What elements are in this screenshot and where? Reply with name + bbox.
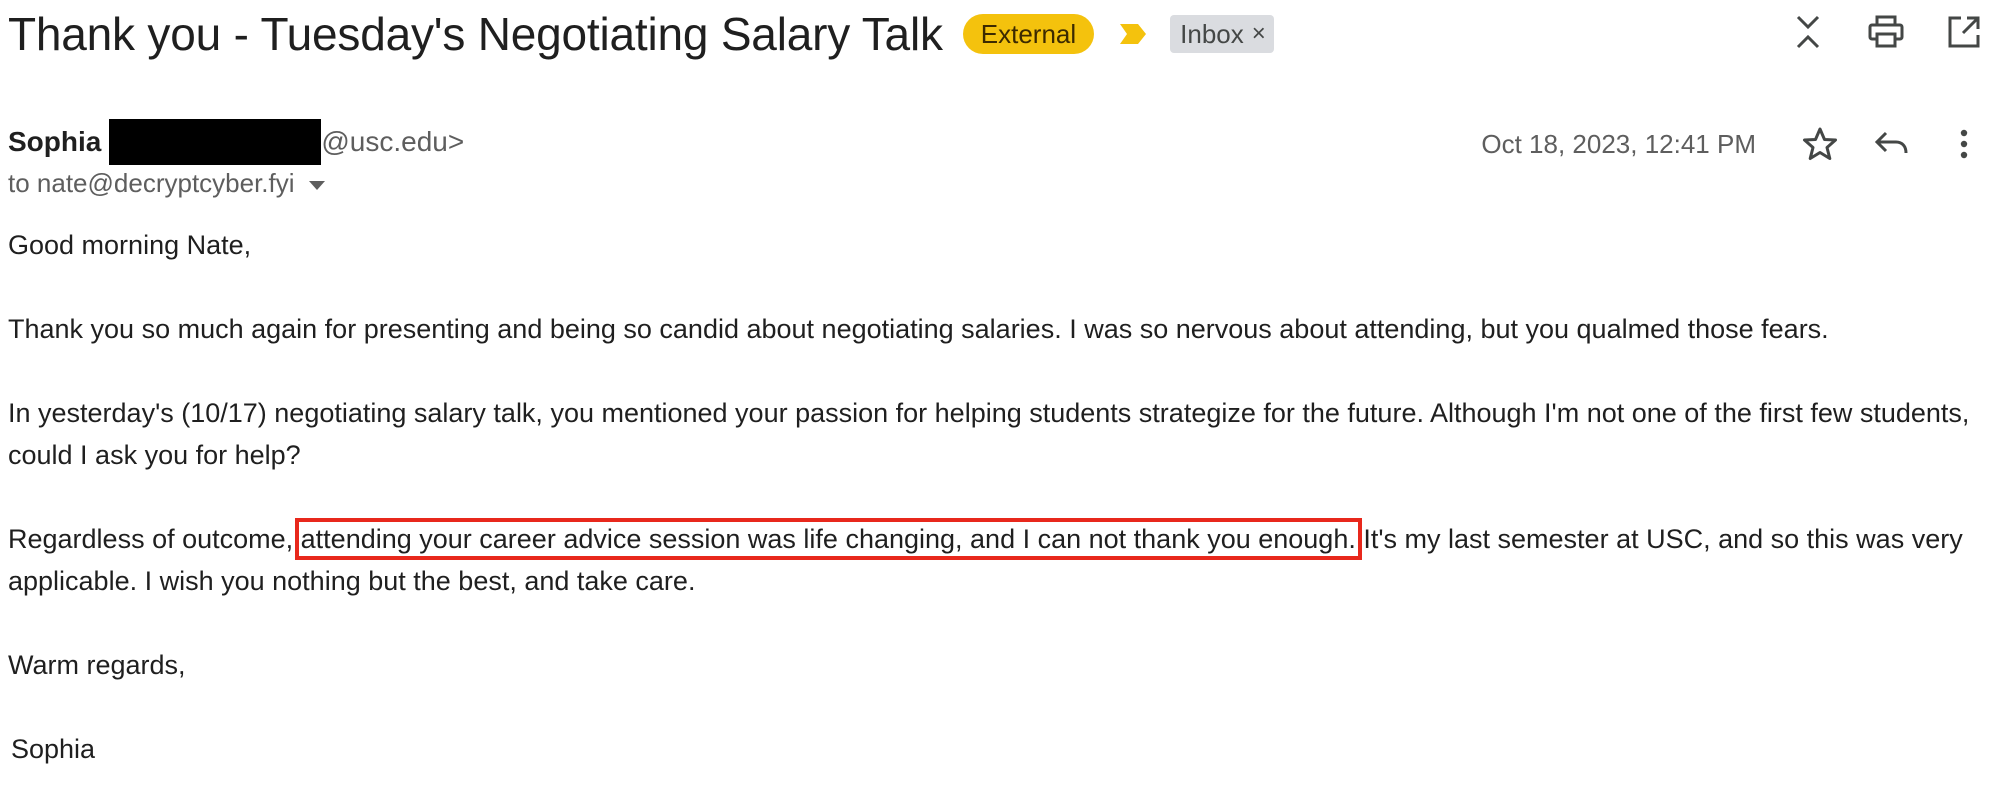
sender-email: @usc.edu> [321, 126, 465, 157]
paragraph-text: Regardless of outcome, [8, 524, 301, 554]
inbox-label-text: Inbox [1180, 19, 1244, 49]
subject-row: Thank you - Tuesday's Negotiating Salary… [8, 4, 1274, 64]
email-subject: Thank you - Tuesday's Negotiating Salary… [8, 8, 943, 60]
recipients-row: to nate@decryptcyber.fyi [8, 168, 325, 199]
remove-label-button[interactable]: × [1252, 15, 1266, 53]
importance-marker-icon[interactable] [1118, 22, 1148, 46]
message-date: Oct 18, 2023, 12:41 PM [1481, 128, 1756, 159]
collapse-icon[interactable] [1786, 10, 1830, 54]
thread-actions [1786, 10, 1986, 54]
sender-name[interactable]: Sophia [8, 126, 101, 158]
closing: Warm regards, [8, 650, 186, 680]
external-label[interactable]: External [962, 14, 1095, 54]
print-icon[interactable] [1864, 10, 1908, 54]
recipient-text: to nate@decryptcyber.fyi [8, 168, 295, 198]
redaction-block [109, 119, 322, 165]
body-paragraph: Regardless of outcome, attending your ca… [8, 518, 1988, 602]
star-icon[interactable] [1798, 122, 1842, 166]
show-details-icon[interactable] [308, 181, 325, 190]
open-in-new-window-icon[interactable] [1942, 10, 1986, 54]
body-paragraph: In yesterday's (10/17) negotiating salar… [8, 398, 1970, 470]
signature: Sophia [11, 734, 96, 764]
inbox-label[interactable]: Inbox × [1170, 15, 1274, 53]
body-paragraph: Thank you so much again for presenting a… [8, 314, 1829, 344]
more-vert-icon[interactable] [1942, 122, 1986, 166]
sender-row: Sophia @usc.edu> [8, 118, 464, 166]
highlighted-sentence: attending your career advice session was… [294, 518, 1362, 560]
greeting: Good morning Nate, [8, 230, 252, 260]
message-meta: Oct 18, 2023, 12:41 PM [1481, 118, 1986, 170]
reply-icon[interactable] [1870, 122, 1914, 166]
email-body: Good morning Nate, Thank you so much aga… [8, 224, 1988, 812]
